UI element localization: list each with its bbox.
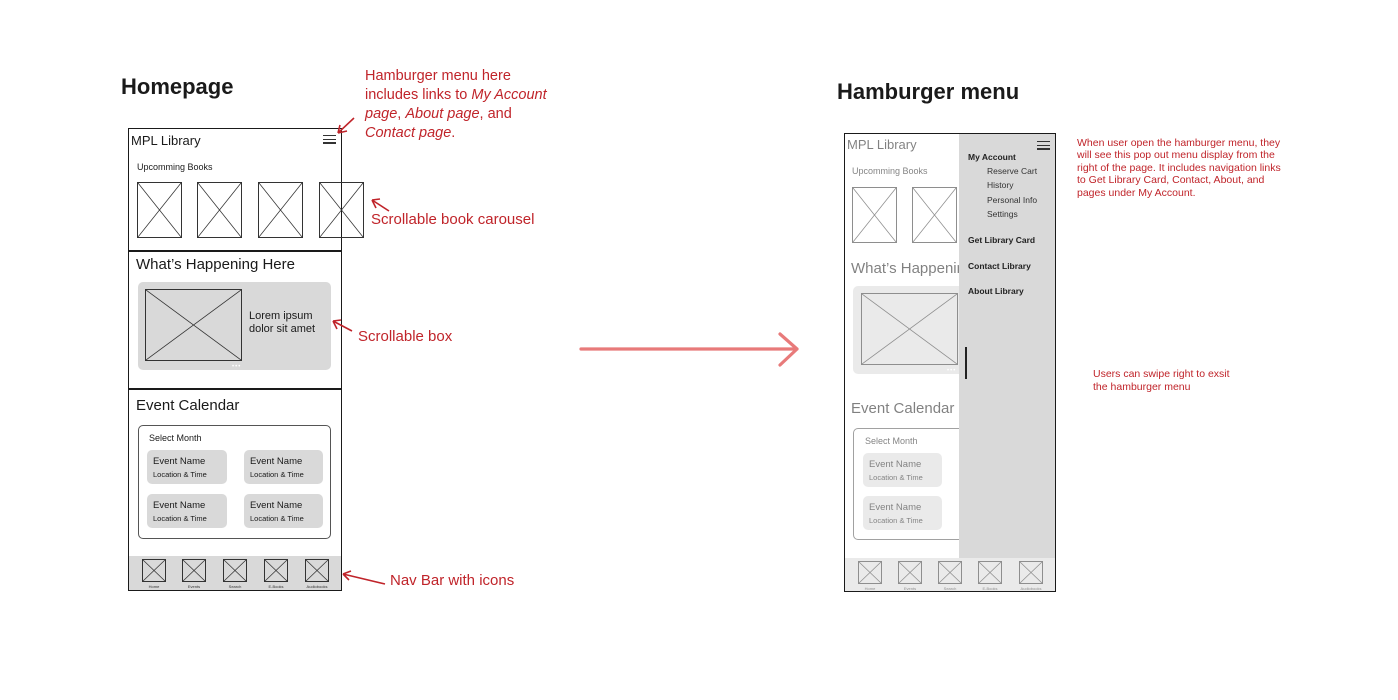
arrow-to-hamburger <box>337 117 355 134</box>
menu-annotation: When user open the hamburger menu, they … <box>1077 137 1281 199</box>
home-nav-icon <box>858 561 882 584</box>
swipe-annotation: Users can swipe right to exsit the hambu… <box>1093 368 1230 394</box>
menu-item-about-library[interactable]: About Library <box>968 286 1024 296</box>
search-nav-icon <box>938 561 962 584</box>
event-location-time: Location & Time <box>869 516 923 525</box>
menu-subitem-settings[interactable]: Settings <box>987 209 1018 219</box>
select-month-dropdown: Select Month <box>865 436 918 446</box>
upcoming-books-label: Upcomming Books <box>852 166 928 176</box>
event-name: Event Name <box>869 502 922 513</box>
audiobooks-nav-icon <box>1019 561 1043 584</box>
pagination-dots-icon: ••• <box>947 368 957 374</box>
ebooks-nav-icon <box>978 561 1002 584</box>
popout-menu-panel[interactable]: My Account Reserve Cart History Personal… <box>959 134 1055 558</box>
arrow-to-scroll-box <box>332 319 353 332</box>
menu-phone: MPL Library Upcomming Books What’s Happe… <box>844 133 1056 592</box>
menu-subitem-history[interactable]: History <box>987 180 1013 190</box>
menu-item-contact-library[interactable]: Contact Library <box>968 261 1031 271</box>
transition-arrow <box>579 332 799 367</box>
nav-label-audiobooks: Audiobooks <box>1020 586 1042 591</box>
arrow-to-navbar <box>342 570 386 585</box>
menu-item-my-account[interactable]: My Account <box>968 152 1016 162</box>
nav-label-home: Home <box>864 586 876 591</box>
event-name: Event Name <box>869 459 922 470</box>
events-nav-icon <box>898 561 922 584</box>
annotation-arrows <box>332 117 1056 585</box>
event-card: Event Name Location & Time <box>863 496 942 530</box>
event-location-time: Location & Time <box>869 473 923 482</box>
nav-label-events: Events <box>903 586 917 591</box>
hamburger-menu-icon[interactable] <box>1037 141 1050 150</box>
menu-item-get-library-card[interactable]: Get Library Card <box>968 235 1035 245</box>
swipe-handle[interactable] <box>965 347 967 379</box>
image-placeholder <box>861 293 958 365</box>
nav-label-search: Search <box>943 586 957 591</box>
app-title: MPL Library <box>847 137 917 152</box>
menu-subitem-reserve-cart[interactable]: Reserve Cart <box>987 166 1037 176</box>
annotation-line: Users can swipe right to exsit <box>1093 368 1230 380</box>
book-cover-placeholder <box>852 187 897 243</box>
nav-label-ebooks: E-Books <box>982 586 998 591</box>
menu-subitem-personal-info[interactable]: Personal Info <box>987 195 1037 205</box>
hamburger-menu-heading: Hamburger menu <box>837 79 1020 104</box>
arrow-to-carousel <box>371 198 390 212</box>
event-calendar-title: Event Calendar <box>851 400 955 417</box>
event-card: Event Name Location & Time <box>863 453 942 487</box>
book-cover-placeholder <box>912 187 957 243</box>
bottom-nav-bar: Home Events Search E-Books Audiobooks <box>845 558 1055 591</box>
annotation-line: the hamburger menu <box>1093 381 1191 393</box>
